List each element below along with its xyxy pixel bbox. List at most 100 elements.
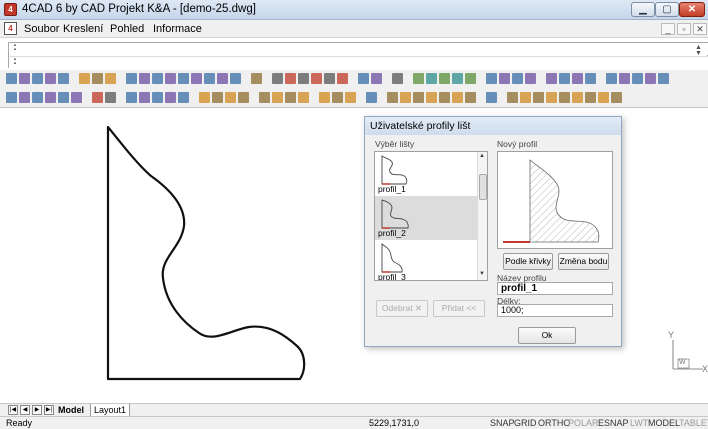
minimize-button[interactable]: ▁ [631,2,655,17]
menu-soubor[interactable]: Soubor [24,23,59,35]
toolbar-tool-icon[interactable] [165,73,176,84]
ok-button[interactable]: Ok [518,327,576,344]
toolbar-tool-icon[interactable] [251,73,262,84]
toolbar-tool-icon[interactable] [126,92,137,103]
by-curve-button[interactable]: Podle křivky [503,253,553,270]
toolbar-tool-icon[interactable] [45,73,56,84]
toolbar-tool-icon[interactable] [191,73,202,84]
toolbar-tool-icon[interactable] [465,92,476,103]
toolbar-tool-icon[interactable] [598,92,609,103]
first-tab-button[interactable]: |◀ [8,405,18,415]
toolbar-tool-icon[interactable] [559,73,570,84]
toggle-grid[interactable]: GRID [514,417,537,429]
toolbar-tool-icon[interactable] [152,73,163,84]
toolbar-tool-icon[interactable] [6,92,17,103]
toolbar-tool-icon[interactable] [259,92,270,103]
toolbar-tool-icon[interactable] [366,92,377,103]
toolbar-tool-icon[interactable] [19,92,30,103]
toolbar-tool-icon[interactable] [178,92,189,103]
prev-tab-button[interactable]: ◀ [20,405,30,415]
tab-model[interactable]: Model [58,404,84,416]
toolbar-tool-icon[interactable] [486,92,497,103]
toolbar-tool-icon[interactable] [152,92,163,103]
toggle-ortho[interactable]: ORTHO [538,417,570,429]
toolbar-tool-icon[interactable] [358,73,369,84]
mdi-minimize-button[interactable]: _ [661,23,675,35]
toolbar-tool-icon[interactable] [645,73,656,84]
scroll-down-icon[interactable]: ▼ [479,271,485,277]
toolbar-tool-icon[interactable] [452,73,463,84]
toolbar-tool-icon[interactable] [178,73,189,84]
toggle-model[interactable]: MODEL [648,417,680,429]
toolbar-tool-icon[interactable] [19,73,30,84]
toolbar-tool-icon[interactable] [332,92,343,103]
toolbar-tool-icon[interactable] [32,92,43,103]
toolbar-tool-icon[interactable] [413,73,424,84]
toolbar-tool-icon[interactable] [199,92,210,103]
toggle-snap[interactable]: SNAP [490,417,515,429]
toolbar-tool-icon[interactable] [230,73,241,84]
list-item-profil-2[interactable]: profil_2 [375,196,477,240]
toolbar-tool-icon[interactable] [337,73,348,84]
next-tab-button[interactable]: ▶ [32,405,42,415]
toolbar-tool-icon[interactable] [387,92,398,103]
toolbar-tool-icon[interactable] [426,92,437,103]
toolbar-tool-icon[interactable] [345,92,356,103]
toolbar-tool-icon[interactable] [371,73,382,84]
toolbar-tool-icon[interactable] [585,73,596,84]
toolbar-tool-icon[interactable] [298,73,309,84]
toolbar-tool-icon[interactable] [546,73,557,84]
toolbar-tool-icon[interactable] [486,73,497,84]
toggle-tablet[interactable]: TABLET [679,417,708,429]
list-item-profil-3[interactable]: profil_3 [375,240,477,280]
toolbar-tool-icon[interactable] [105,73,116,84]
add-button[interactable]: Přidat << [433,300,485,317]
change-point-button[interactable]: Změna bodu [558,253,609,270]
toolbar-tool-icon[interactable] [285,92,296,103]
toolbar-tool-icon[interactable] [525,73,536,84]
toolbar-tool-icon[interactable] [585,92,596,103]
toolbar-tool-icon[interactable] [298,92,309,103]
toolbar-tool-icon[interactable] [212,92,223,103]
list-item-profil-1[interactable]: profil_1 [375,152,477,196]
mdi-restore-button[interactable]: ▫ [677,23,691,35]
toolbar-tool-icon[interactable] [439,73,450,84]
toolbar-tool-icon[interactable] [71,92,82,103]
toggle-esnap[interactable]: ESNAP [598,417,629,429]
toolbar-tool-icon[interactable] [512,73,523,84]
toolbar-tool-icon[interactable] [105,92,116,103]
profile-list[interactable]: profil_1 profil_2 profil_3 ▲ ▼ [374,151,488,281]
toolbar-tool-icon[interactable] [499,73,510,84]
toolbar-tool-icon[interactable] [413,92,424,103]
toggle-lwt[interactable]: LWT [630,417,648,429]
menu-informace[interactable]: Informace [153,23,202,35]
menu-kresleni[interactable]: Kreslení [63,23,103,35]
last-tab-button[interactable]: ▶| [44,405,54,415]
toolbar-tool-icon[interactable] [139,73,150,84]
toolbar-tool-icon[interactable] [559,92,570,103]
toolbar-tool-icon[interactable] [632,73,643,84]
command-input[interactable]: : [9,56,708,68]
toolbar-tool-icon[interactable] [139,92,150,103]
menu-pohled[interactable]: Pohled [110,23,144,35]
scroll-thumb[interactable] [479,174,487,200]
toolbar-tool-icon[interactable] [79,73,90,84]
remove-button[interactable]: Odebrat ✕ [376,300,428,317]
toolbar-tool-icon[interactable] [533,92,544,103]
toolbar-tool-icon[interactable] [238,92,249,103]
toolbar-tool-icon[interactable] [452,92,463,103]
toggle-polar[interactable]: POLAR [568,417,599,429]
toolbar-tool-icon[interactable] [204,73,215,84]
toolbar-tool-icon[interactable] [311,73,322,84]
toolbar-tool-icon[interactable] [272,73,283,84]
scroll-down-icon[interactable]: ▼ [695,50,702,57]
toolbar-tool-icon[interactable] [546,92,557,103]
toolbar-tool-icon[interactable] [58,92,69,103]
document-icon[interactable]: 4 [4,22,17,35]
maximize-button[interactable]: ▢ [655,2,679,17]
toolbar-tool-icon[interactable] [572,73,583,84]
toolbar-tool-icon[interactable] [439,92,450,103]
scroll-up-icon[interactable]: ▲ [479,153,485,159]
toolbar-tool-icon[interactable] [217,73,228,84]
toolbar-tool-icon[interactable] [6,73,17,84]
